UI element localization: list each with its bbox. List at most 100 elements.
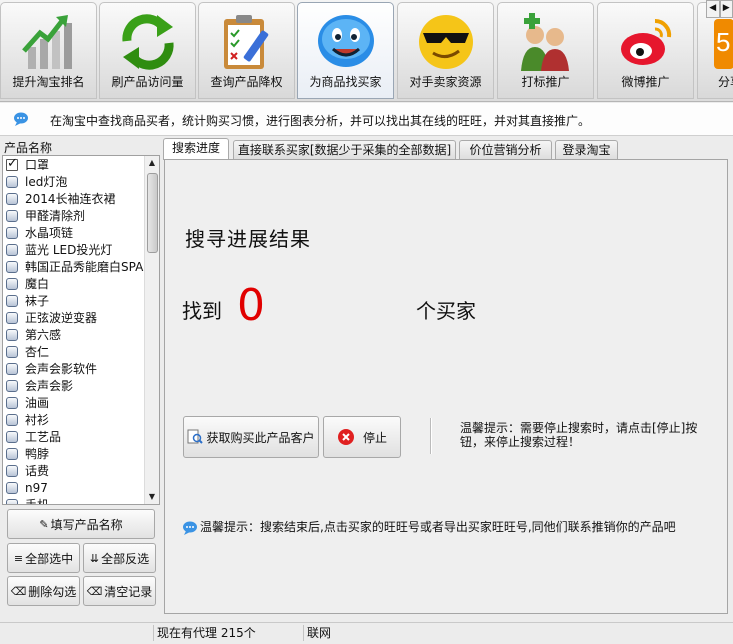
- product-list-item[interactable]: 蓝光 LED投光灯: [3, 241, 112, 258]
- product-checkbox[interactable]: [6, 414, 18, 426]
- product-checkbox[interactable]: [6, 227, 18, 239]
- toolbar-scroll-left[interactable]: ◀: [706, 0, 720, 18]
- product-list-item[interactable]: 杏仁: [3, 343, 49, 360]
- product-label: 魔白: [25, 275, 49, 292]
- tab-login-taobao[interactable]: 登录淘宝: [555, 140, 618, 159]
- product-checkbox[interactable]: [6, 380, 18, 392]
- select-all-button[interactable]: ≡全部选中: [7, 543, 80, 573]
- scroll-up-icon[interactable]: ▲: [145, 156, 159, 170]
- stop-label: 停止: [363, 429, 387, 446]
- share-icon: 5: [714, 11, 733, 73]
- product-checkbox[interactable]: [6, 312, 18, 324]
- product-list-item[interactable]: 会声会影软件: [3, 360, 97, 377]
- toolbar-penalty-button[interactable]: 查询产品降权: [198, 2, 295, 99]
- product-list-item[interactable]: 话费: [3, 462, 49, 479]
- product-checkbox[interactable]: [6, 329, 18, 341]
- divider: [430, 418, 432, 454]
- bar-chart-icon: [18, 11, 80, 73]
- search-progress-panel: 搜寻进展结果 找到 0 个买家 获取购买此产品客户 停止 温馨提示：需要停止搜索…: [164, 159, 728, 614]
- product-list-item[interactable]: 油画: [3, 394, 49, 411]
- invert-selection-label: 全部反选: [101, 550, 149, 567]
- toolbar-tag-promo-button[interactable]: 打标推广: [497, 2, 594, 99]
- product-label: n97: [25, 481, 48, 495]
- product-checkbox[interactable]: [6, 431, 18, 443]
- product-checkbox[interactable]: [6, 482, 18, 494]
- product-list-item[interactable]: led灯泡: [3, 173, 67, 190]
- toolbar-tag-promo-label: 打标推广: [498, 73, 593, 90]
- toolbar-competitor-button[interactable]: 对手卖家资源: [397, 2, 494, 99]
- product-list-item[interactable]: 袜子: [3, 292, 49, 309]
- product-checkbox[interactable]: [6, 295, 18, 307]
- product-checkbox[interactable]: [6, 176, 18, 188]
- invert-selection-button[interactable]: ⇊全部反选: [83, 543, 156, 573]
- product-list-item[interactable]: 第六感: [3, 326, 61, 343]
- product-checkbox[interactable]: [6, 448, 18, 460]
- product-list-item[interactable]: 工艺品: [3, 428, 61, 445]
- product-checkbox[interactable]: [6, 193, 18, 205]
- search-document-icon: [187, 429, 203, 445]
- buyer-count: 0: [237, 280, 265, 331]
- product-checkbox[interactable]: [6, 397, 18, 409]
- product-checkbox[interactable]: [6, 159, 18, 171]
- stop-button[interactable]: 停止: [323, 416, 401, 458]
- delete-checked-button[interactable]: ⌫删除勾选: [7, 576, 80, 606]
- product-list-item[interactable]: 甲醛清除剂: [3, 207, 85, 224]
- toolbar-weibo-button[interactable]: 微博推广: [597, 2, 694, 99]
- product-list-item[interactable]: 水晶项链: [3, 224, 73, 241]
- get-buyers-button[interactable]: 获取购买此产品客户: [183, 416, 319, 458]
- fill-product-name-button[interactable]: ✎填写产品名称: [7, 509, 155, 539]
- product-list-item[interactable]: 2014长袖连衣裙: [3, 190, 116, 207]
- toolbar-visits-button[interactable]: 刷产品访问量: [99, 2, 196, 99]
- product-list-scrollbar[interactable]: ▲ ▼: [144, 156, 159, 504]
- toolbar-scroll-right[interactable]: ▶: [720, 0, 733, 18]
- product-label: 会声会影: [25, 377, 73, 394]
- product-list-item[interactable]: 韩国正品秀能磨白SPA: [3, 258, 143, 275]
- clear-records-button[interactable]: ⌫清空记录: [83, 576, 156, 606]
- proxy-status: 现在有代理 215个: [153, 625, 304, 641]
- product-list-item[interactable]: 会声会影: [3, 377, 73, 394]
- product-list-item[interactable]: n97: [3, 479, 48, 496]
- product-label: 衬衫: [25, 411, 49, 428]
- product-checkbox[interactable]: [6, 261, 18, 273]
- product-label: 会声会影软件: [25, 360, 97, 377]
- tab-contact-buyers[interactable]: 直接联系买家[数据少于采集的全部数据]: [233, 140, 456, 159]
- tip-bubble-icon: [182, 521, 198, 535]
- product-checkbox[interactable]: [6, 244, 18, 256]
- product-checkbox[interactable]: [6, 465, 18, 477]
- product-list[interactable]: 口罩led灯泡2014长袖连衣裙甲醛清除剂水晶项链蓝光 LED投光灯韩国正品秀能…: [2, 155, 160, 505]
- product-checkbox[interactable]: [6, 346, 18, 358]
- product-label: 袜子: [25, 292, 49, 309]
- stop-icon: [337, 428, 355, 446]
- product-checkbox[interactable]: [6, 499, 18, 506]
- product-list-item[interactable]: 口罩: [3, 156, 49, 173]
- toolbar-rank-label: 提升淘宝排名: [1, 73, 96, 90]
- product-list-item[interactable]: 正弦波逆变器: [3, 309, 97, 326]
- toolbar-find-buyers-button[interactable]: 为商品找买家: [297, 2, 394, 99]
- clear-records-label: 清空记录: [104, 583, 152, 600]
- tab-price-analysis[interactable]: 价位营销分析: [459, 140, 552, 159]
- found-label: 找到: [182, 295, 222, 324]
- product-label: 甲醛清除剂: [25, 207, 85, 224]
- product-checkbox[interactable]: [6, 210, 18, 222]
- product-checkbox[interactable]: [6, 278, 18, 290]
- get-buyers-label: 获取购买此产品客户: [206, 429, 314, 446]
- delete-checked-label: 删除勾选: [28, 583, 76, 600]
- tab-search-progress[interactable]: 搜索进度: [163, 138, 229, 160]
- product-list-item[interactable]: 魔白: [3, 275, 49, 292]
- toolbar-visits-label: 刷产品访问量: [100, 73, 195, 90]
- clipboard-check-icon: [216, 11, 278, 73]
- product-list-item[interactable]: 鸭脖: [3, 445, 49, 462]
- product-checkbox[interactable]: [6, 363, 18, 375]
- scroll-down-icon[interactable]: ▼: [145, 490, 159, 504]
- main-toolbar: 提升淘宝排名 刷产品访问量 查询产品降权: [0, 0, 733, 102]
- product-list-item[interactable]: 手机: [3, 496, 49, 505]
- svg-text:5: 5: [716, 27, 730, 57]
- product-list-item[interactable]: 衬衫: [3, 411, 49, 428]
- scroll-thumb[interactable]: [147, 173, 158, 253]
- status-bar: 现在有代理 215个 联网: [0, 622, 733, 644]
- product-list-header: 产品名称: [4, 139, 52, 156]
- toolbar-scroll: ◀ ▶: [706, 0, 733, 17]
- toolbar-rank-button[interactable]: 提升淘宝排名: [0, 2, 97, 99]
- refresh-arrows-icon: [117, 11, 179, 73]
- product-label: 杏仁: [25, 343, 49, 360]
